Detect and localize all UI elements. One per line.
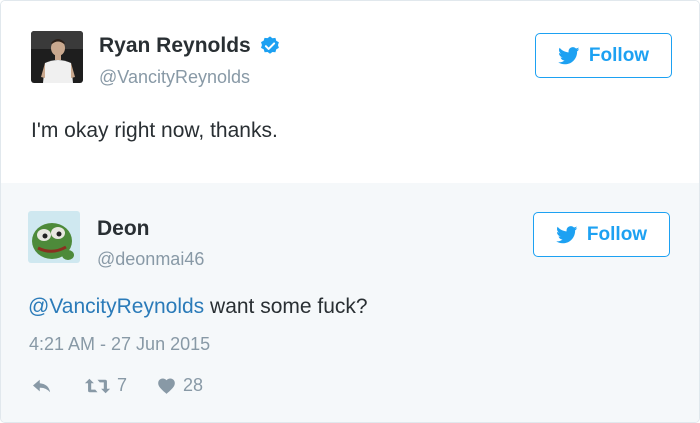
author-handle[interactable]: @VancityReynolds xyxy=(99,67,250,88)
reply-icon xyxy=(31,377,53,395)
follow-button-deon[interactable]: Follow xyxy=(533,212,670,257)
mention-link[interactable]: @VancityReynolds xyxy=(28,295,204,318)
author-handle[interactable]: @deonmai46 xyxy=(97,249,204,270)
reply-text-body: want some fuck? xyxy=(204,295,368,318)
twitter-bird-icon xyxy=(556,225,578,244)
quoted-tweet-text: I'm okay right now, thanks. xyxy=(31,119,278,142)
retweet-action[interactable]: 7 xyxy=(84,375,127,396)
author-name[interactable]: Deon xyxy=(97,217,150,241)
retweet-count: 7 xyxy=(117,375,128,395)
retweet-icon xyxy=(84,377,111,395)
reply-tweet-text: @VancityReynolds want some fuck? xyxy=(28,295,368,319)
like-action[interactable]: 28 xyxy=(157,375,203,396)
twitter-bird-icon xyxy=(558,46,580,65)
follow-button-ryan[interactable]: Follow xyxy=(535,33,672,78)
like-count: 28 xyxy=(183,375,204,395)
verified-badge-icon xyxy=(259,35,281,57)
author-name[interactable]: Ryan Reynolds xyxy=(99,34,251,58)
tweet-card: Ryan Reynolds @VancityReynolds Follow I'… xyxy=(0,0,700,423)
follow-label: Follow xyxy=(586,223,648,245)
deon-avatar[interactable] xyxy=(28,211,80,263)
heart-icon xyxy=(157,377,176,395)
tweet-timestamp[interactable]: 4:21 AM - 27 Jun 2015 xyxy=(29,334,210,355)
follow-label: Follow xyxy=(588,44,650,66)
tweet-actions: 7 28 xyxy=(31,375,203,396)
reply-action[interactable] xyxy=(31,377,53,395)
ryan-avatar[interactable] xyxy=(31,31,83,83)
quoted-tweet: Ryan Reynolds @VancityReynolds Follow I'… xyxy=(1,1,699,183)
